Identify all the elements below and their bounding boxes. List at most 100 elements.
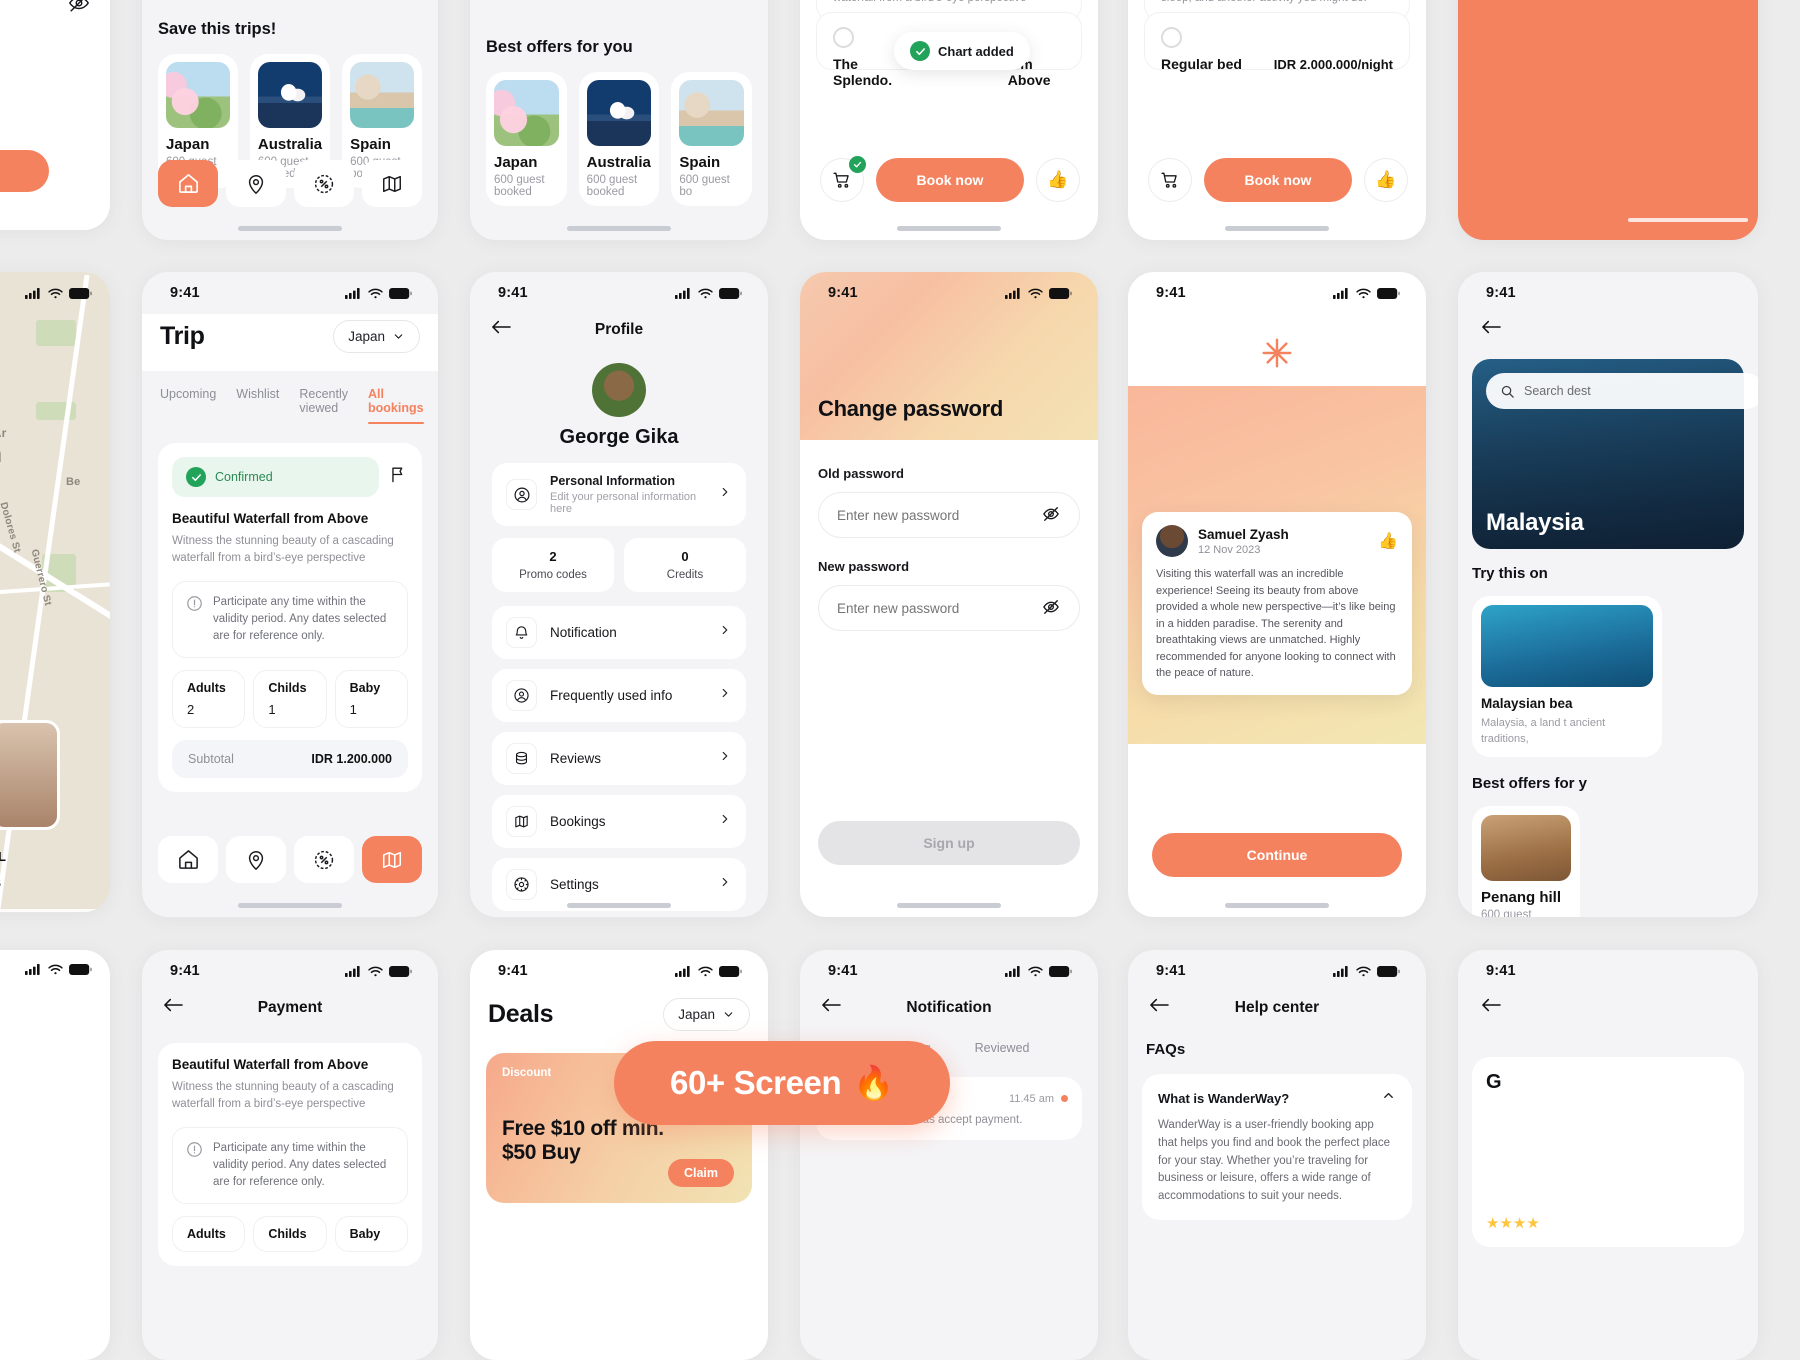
page-title: Help center <box>1234 998 1320 1016</box>
home-indicator <box>1628 218 1748 222</box>
continue-button[interactable]: Continue <box>1152 833 1402 877</box>
status-time: 9:41 <box>1486 285 1516 301</box>
status-time: 9:41 <box>498 285 528 301</box>
save-trips-screen: Save this trips! Japan 600 guest booked … <box>142 0 438 240</box>
password-visibility-toggle[interactable] <box>1041 504 1061 527</box>
guest-baby[interactable]: Baby <box>334 1216 408 1253</box>
claim-button[interactable]: Claim <box>667 1159 734 1187</box>
flag-icon[interactable] <box>389 465 408 489</box>
chevron-up-icon[interactable] <box>1381 1088 1396 1108</box>
country-selector[interactable]: Japan <box>663 998 750 1031</box>
menu-item-bookings[interactable]: Bookings <box>492 795 746 848</box>
place-photo[interactable] <box>0 720 60 830</box>
nav-bar: Payment <box>142 992 438 1023</box>
tab-wishlist[interactable]: Wishlist <box>236 387 279 415</box>
cart-button[interactable] <box>820 156 866 202</box>
booking-card[interactable]: Confirmed Beautiful Waterfall from Above… <box>158 443 422 793</box>
radio-unselected[interactable] <box>1161 27 1182 48</box>
status-bar: 9:41 <box>142 272 438 314</box>
book-now-button[interactable]: Book now <box>1204 158 1352 202</box>
tab-home[interactable] <box>158 836 218 883</box>
home-indicator <box>567 903 671 908</box>
guest-adults[interactable]: Adults <box>172 1216 246 1253</box>
claim-label: Claim <box>683 1166 718 1180</box>
tab-explore[interactable] <box>226 160 286 207</box>
new-password-field[interactable] <box>818 585 1080 631</box>
password-visibility-toggle[interactable] <box>68 0 90 19</box>
old-password-input[interactable] <box>837 507 1041 523</box>
personal-subtitle: Edit your personal information here <box>550 491 697 515</box>
menu-label: Frequently used info <box>550 688 673 703</box>
tab-map[interactable] <box>362 836 422 883</box>
menu-item-reviews[interactable]: Reviews <box>492 732 746 785</box>
check-icon <box>186 467 206 487</box>
guest-value: 1 <box>268 702 276 718</box>
action-bar: Book now 👍 <box>820 156 1080 202</box>
personal-information-row[interactable]: Personal Information Edit your personal … <box>492 463 746 526</box>
old-password-field[interactable] <box>818 492 1080 538</box>
destination-photo: Samuel Zyash 12 Nov 2023 👍 Visiting this… <box>1128 386 1426 744</box>
chevron-right-icon <box>718 623 732 642</box>
guest-adults[interactable]: Adults 2 <box>172 670 246 729</box>
like-button[interactable]: 👍 <box>1036 158 1080 202</box>
status-time: 9:41 <box>1156 963 1186 979</box>
guest-label: Baby <box>349 1227 381 1242</box>
tab-explore[interactable] <box>226 836 286 883</box>
login-button[interactable] <box>0 150 49 192</box>
reviewer-name: Samuel Zyash <box>1198 526 1289 542</box>
stat-credits[interactable]: 0 Credits <box>624 538 746 592</box>
destination-card[interactable]: Australia 600 guest booked <box>578 72 660 206</box>
destination-card[interactable]: Japan 600 guest booked <box>486 72 567 206</box>
radio-unselected[interactable] <box>833 27 854 48</box>
destination-name: Australia <box>586 154 651 171</box>
new-password-input[interactable] <box>837 600 1041 616</box>
guest-childs[interactable]: Childs <box>253 1216 327 1253</box>
guest-label: Baby <box>349 681 381 696</box>
cart-button[interactable] <box>1148 158 1192 202</box>
stat-promo-codes[interactable]: 2 Promo codes <box>492 538 614 592</box>
suggested-card[interactable]: Malaysian bea Malaysia, a land t ancient… <box>1472 596 1662 757</box>
review-card: Samuel Zyash 12 Nov 2023 👍 Visiting this… <box>1142 512 1412 695</box>
guest-label: Adults <box>187 1227 226 1242</box>
menu-label: Reviews <box>550 751 602 766</box>
offer-card[interactable]: Penang hill 600 guest booked <box>1472 805 1580 917</box>
back-button[interactable] <box>1458 992 1758 1023</box>
status-icons <box>345 287 412 299</box>
subtotal-value: IDR 1.200.000 <box>311 752 392 767</box>
chevron-right-icon <box>718 686 732 705</box>
tab-deals[interactable] <box>294 160 354 207</box>
tab-all-bookings[interactable]: All bookings <box>367 387 424 424</box>
tab-reviewed[interactable]: Reviewed <box>975 1041 1030 1055</box>
destination-card[interactable]: Spain 600 guest bo <box>671 72 753 206</box>
book-now-button[interactable]: Book now <box>876 158 1024 202</box>
like-button[interactable]: 👍 <box>1364 158 1408 202</box>
destination-name: Spain <box>679 154 721 171</box>
guest-childs[interactable]: Childs 1 <box>253 670 327 729</box>
personal-title: Personal Information <box>550 474 676 488</box>
rating-stars: ★★★★ <box>1486 1215 1540 1232</box>
menu-item-notification[interactable]: Notification <box>492 606 746 659</box>
tab-deals[interactable] <box>294 836 354 883</box>
avatar[interactable] <box>592 363 646 417</box>
tab-map[interactable] <box>362 160 422 207</box>
guest-baby[interactable]: Baby 1 <box>334 670 408 729</box>
bed-picker-screen: Luxury bed IDR 20.000.000/night Double k… <box>1128 0 1426 240</box>
password-visibility-toggle[interactable] <box>1041 597 1061 620</box>
menu-item-frequently-used-info[interactable]: Frequently used info <box>492 669 746 722</box>
sign-up-button[interactable]: Sign up <box>818 821 1080 865</box>
destination-subtitle: 600 guest booked <box>494 174 545 198</box>
status-icons <box>345 965 412 977</box>
menu-label: Bookings <box>550 814 606 829</box>
bed-option[interactable]: Regular bed IDR 2.000.000/night <box>1144 12 1410 72</box>
thumbs-up-icon[interactable]: 👍 <box>1378 531 1398 551</box>
tab-upcoming[interactable]: Upcoming <box>160 387 216 415</box>
back-button[interactable] <box>1458 314 1758 345</box>
faq-item[interactable]: What is WanderWay? WanderWay is a user-f… <box>1142 1074 1412 1221</box>
card-thumbnail <box>1481 814 1571 881</box>
country-selector[interactable]: Japan <box>333 320 420 353</box>
check-icon <box>910 41 930 61</box>
tab-home[interactable] <box>158 160 218 207</box>
map-label: Asian Ar <box>0 426 7 440</box>
tab-recently-viewed[interactable]: Recently viewed <box>299 387 348 415</box>
search-bar[interactable]: Search dest <box>1486 373 1758 409</box>
